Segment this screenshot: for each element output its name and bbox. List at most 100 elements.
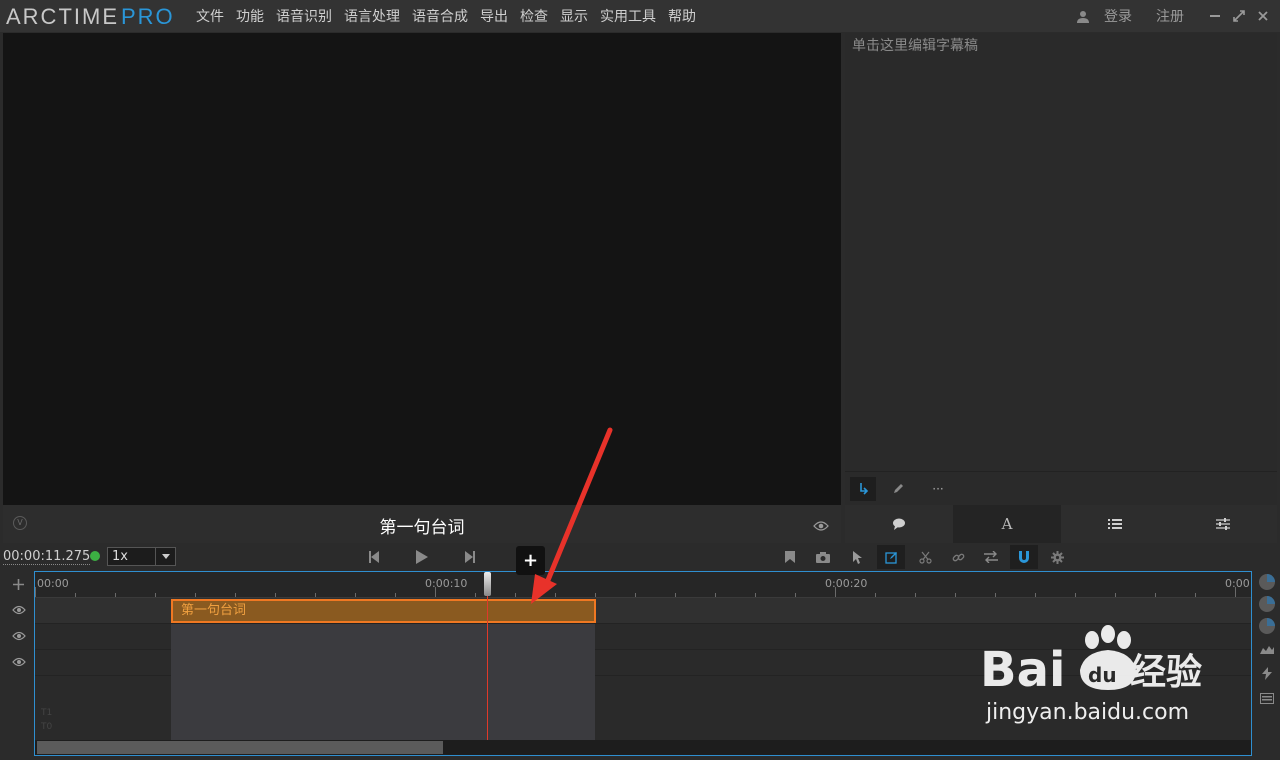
menu-file[interactable]: 文件 — [196, 6, 224, 26]
ruler-label-20: 0:00:20 — [825, 577, 868, 590]
main-menu: 文件 功能 语音识别 语言处理 语音合成 导出 检查 显示 实用工具 帮助 — [190, 0, 702, 32]
ruler-tick — [195, 593, 196, 597]
menu-check[interactable]: 检查 — [520, 6, 548, 26]
register-link[interactable]: 注册 — [1156, 6, 1184, 26]
status-indicator — [90, 551, 100, 561]
menu-language-processing[interactable]: 语言处理 — [344, 6, 400, 26]
playhead-handle[interactable] — [484, 572, 491, 596]
account-nav: 登录 注册 — [1076, 0, 1280, 32]
edit-mode-icon[interactable] — [877, 545, 905, 569]
lightning-icon[interactable] — [1257, 663, 1277, 683]
menu-export[interactable]: 导出 — [480, 6, 508, 26]
ruler-tick — [115, 593, 116, 597]
list-icon — [1108, 519, 1122, 529]
bookmark-icon[interactable] — [776, 545, 804, 569]
logo-pro: PRO — [121, 4, 175, 29]
time-ruler[interactable]: 00:00 0:00:10 0:00:20 0:00: — [35, 572, 1251, 598]
ruler-tick — [955, 593, 956, 597]
ruler-tick — [435, 587, 436, 597]
zoom-dial-1-icon[interactable] — [1257, 572, 1277, 592]
subtitle-clip[interactable]: 第一句台词 — [171, 599, 596, 623]
ruler-label-0: 00:00 — [37, 577, 69, 590]
sliders-icon — [1216, 518, 1230, 530]
timeline-panel: 00:00 0:00:10 0:00:20 0:00: 第一句台词 T1 T0 — [0, 571, 1280, 760]
login-link[interactable]: 登录 — [1104, 6, 1132, 26]
line-break-icon[interactable] — [850, 477, 876, 501]
eye-icon[interactable] — [813, 517, 829, 531]
editor-placeholder[interactable]: 单击这里编辑字幕稿 — [852, 35, 978, 55]
skip-back-icon[interactable] — [364, 547, 384, 567]
maximize-icon[interactable] — [1232, 9, 1246, 23]
ruler-tick — [355, 593, 356, 597]
menu-bar: ARCTIMEPRO 文件 功能 语音识别 语言处理 语音合成 导出 检查 显示… — [0, 0, 1280, 32]
menu-function[interactable]: 功能 — [236, 6, 264, 26]
ruler-tick — [755, 593, 756, 597]
app-logo: ARCTIMEPRO — [6, 4, 175, 30]
swap-icon[interactable] — [977, 545, 1005, 569]
ruler-tick — [515, 593, 516, 597]
app-window: ARCTIMEPRO 文件 功能 语音识别 语言处理 语音合成 导出 检查 显示… — [0, 0, 1280, 760]
ruler-label-10: 0:00:10 — [425, 577, 468, 590]
play-icon[interactable] — [412, 547, 432, 567]
ruler-tick — [715, 593, 716, 597]
font-icon: A — [1001, 515, 1013, 533]
ruler-tick — [395, 593, 396, 597]
menu-display[interactable]: 显示 — [560, 6, 588, 26]
faint-track-labels: T1 T0 — [41, 708, 53, 732]
track-1-eye-icon[interactable] — [3, 597, 34, 623]
speed-select[interactable]: 1x — [107, 547, 176, 566]
scrollbar-thumb[interactable] — [37, 741, 443, 754]
speed-value: 1x — [112, 549, 128, 564]
timecode-display[interactable]: 00:00:11.275 — [3, 549, 91, 565]
ruler-tick — [475, 593, 476, 597]
skip-forward-icon[interactable] — [460, 547, 480, 567]
zoom-dial-3-icon[interactable] — [1257, 616, 1277, 636]
ruler-tick — [675, 593, 676, 597]
magnet-icon[interactable] — [1010, 545, 1038, 569]
subtitle-editor[interactable]: 单击这里编辑字幕稿 — [845, 33, 1277, 471]
ruler-tick — [1115, 593, 1116, 597]
video-caption-bar: V 第一句台词 — [3, 505, 841, 543]
gear-icon[interactable] — [1043, 545, 1071, 569]
waveform-icon[interactable] — [1257, 639, 1277, 659]
ruler-tick — [1155, 593, 1156, 597]
ruler-tick — [875, 593, 876, 597]
pointer-icon[interactable] — [844, 545, 872, 569]
video-preview[interactable] — [3, 33, 841, 505]
panel-icon[interactable] — [1257, 688, 1277, 708]
ruler-tick — [1235, 587, 1236, 597]
minimize-icon[interactable] — [1208, 9, 1222, 23]
menu-utilities[interactable]: 实用工具 — [600, 6, 656, 26]
more-icon[interactable]: ··· — [925, 477, 951, 501]
timeline-side-tools — [1254, 571, 1280, 760]
link-icon[interactable] — [944, 545, 972, 569]
menu-speech-synthesis[interactable]: 语音合成 — [412, 6, 468, 26]
transport-bar: 00:00:11.275 1x + — [0, 543, 1280, 575]
scissors-icon[interactable] — [911, 545, 939, 569]
close-icon[interactable] — [1256, 9, 1270, 23]
ruler-tick — [995, 593, 996, 597]
ruler-tick — [1075, 593, 1076, 597]
editor-tabs: A — [845, 505, 1277, 543]
tab-list[interactable] — [1061, 505, 1169, 543]
ruler-tick — [155, 593, 156, 597]
ruler-label-30: 0:00: — [1225, 577, 1252, 590]
menu-speech-recognition[interactable]: 语音识别 — [276, 6, 332, 26]
pencil-icon[interactable] — [885, 477, 911, 501]
add-track-icon[interactable] — [3, 571, 34, 597]
tab-comments[interactable] — [845, 505, 953, 543]
selection-region — [171, 624, 595, 740]
horizontal-scrollbar[interactable] — [35, 740, 1251, 755]
ruler-tick — [595, 593, 596, 597]
add-subtitle-button[interactable]: + — [516, 546, 545, 575]
tab-font[interactable]: A — [953, 505, 1061, 543]
timeline-area[interactable]: 00:00 0:00:10 0:00:20 0:00: 第一句台词 T1 T0 — [34, 571, 1252, 756]
track-3-eye-icon[interactable] — [3, 649, 34, 675]
tab-settings[interactable] — [1169, 505, 1277, 543]
camera-icon[interactable] — [809, 545, 837, 569]
zoom-dial-2-icon[interactable] — [1257, 594, 1277, 614]
menu-help[interactable]: 帮助 — [668, 6, 696, 26]
track-2-eye-icon[interactable] — [3, 623, 34, 649]
ruler-tick — [1035, 593, 1036, 597]
chat-icon — [893, 518, 905, 530]
